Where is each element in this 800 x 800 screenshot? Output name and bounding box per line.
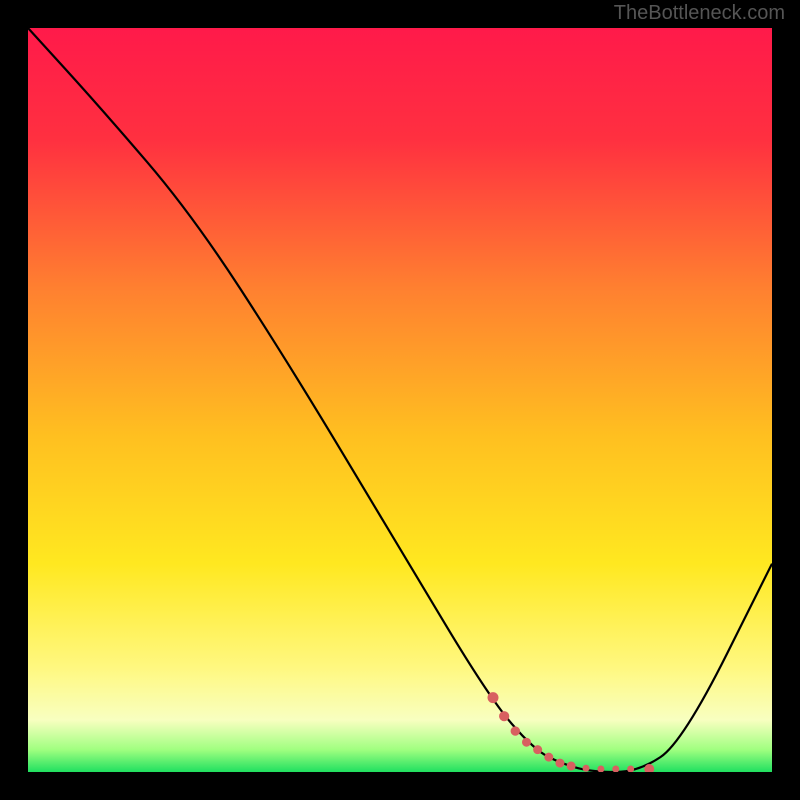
dot <box>511 726 520 735</box>
bottleneck-curve <box>28 28 772 772</box>
dot <box>488 692 499 703</box>
dot <box>544 753 553 762</box>
dot <box>533 745 542 754</box>
plot-area <box>28 28 772 772</box>
dot <box>499 711 509 721</box>
dotted-overlay <box>488 692 655 772</box>
dot <box>627 766 634 772</box>
dot <box>567 762 576 771</box>
dot <box>612 766 619 772</box>
dot <box>597 766 604 772</box>
chart-container: TheBottleneck.com <box>0 0 800 800</box>
dot <box>522 738 531 747</box>
curve-layer <box>28 28 772 772</box>
dot <box>583 765 590 772</box>
dot <box>555 759 564 768</box>
watermark-text: TheBottleneck.com <box>614 2 785 25</box>
